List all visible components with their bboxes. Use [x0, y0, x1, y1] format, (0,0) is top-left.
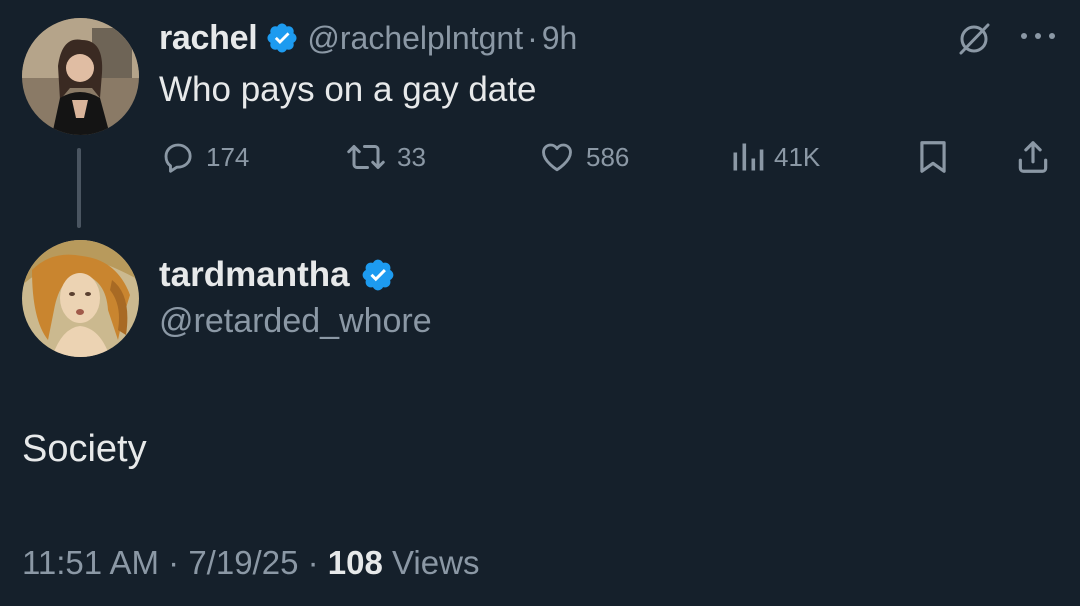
views-count: 108 — [327, 544, 383, 581]
repost-count: 33 — [397, 141, 426, 172]
like-button[interactable]: 586 — [538, 138, 629, 176]
tweet-time[interactable]: 11:51 AM — [22, 544, 159, 581]
repost-button[interactable]: 33 — [345, 138, 426, 176]
heart-icon — [542, 143, 572, 172]
bookmark-icon — [920, 141, 946, 173]
meta-separator: · — [307, 544, 319, 581]
like-count: 586 — [586, 141, 630, 172]
meta-separator: · — [168, 544, 180, 581]
share-button[interactable] — [1014, 138, 1052, 176]
views-button[interactable]: 41K — [730, 138, 820, 176]
grok-icon[interactable] — [955, 20, 993, 63]
reply-tweet-text: Society — [22, 428, 147, 470]
header-separator: · — [527, 19, 538, 56]
parent-handle[interactable]: @rachelplntgnt — [307, 20, 523, 57]
reply-display-name[interactable]: tardmantha — [159, 255, 350, 295]
avatar-tardmantha[interactable] — [22, 240, 139, 357]
reply-tweet-header: tardmantha — [159, 252, 396, 298]
views-label: Views — [392, 544, 480, 581]
bookmark-button[interactable] — [916, 138, 950, 176]
parent-tweet-text: Who pays on a gay date — [159, 70, 537, 109]
tweet-date[interactable]: 7/19/25 — [188, 544, 298, 581]
parent-tweet-header: rachel @rachelplntgnt · 9h — [159, 14, 577, 62]
reply-handle[interactable]: @retarded_whore — [159, 302, 432, 341]
share-icon — [1018, 141, 1048, 173]
reply-button[interactable]: 174 — [160, 138, 249, 176]
reply-count: 174 — [206, 141, 250, 172]
verified-badge-icon — [265, 21, 299, 55]
parent-timestamp[interactable]: 9h — [542, 20, 578, 57]
parent-display-name[interactable]: rachel — [159, 19, 258, 58]
avatar-rachel[interactable] — [22, 18, 139, 135]
thread-connector-line — [77, 148, 81, 228]
reply-icon — [164, 143, 192, 173]
repost-icon — [347, 145, 385, 169]
more-dots-icon[interactable] — [1018, 26, 1058, 51]
views-count-parent: 41K — [774, 141, 821, 172]
verified-badge-icon — [360, 257, 396, 293]
analytics-icon — [733, 143, 764, 171]
tweet-meta-row: 11:51 AM · 7/19/25 · 108 Views — [22, 544, 479, 582]
